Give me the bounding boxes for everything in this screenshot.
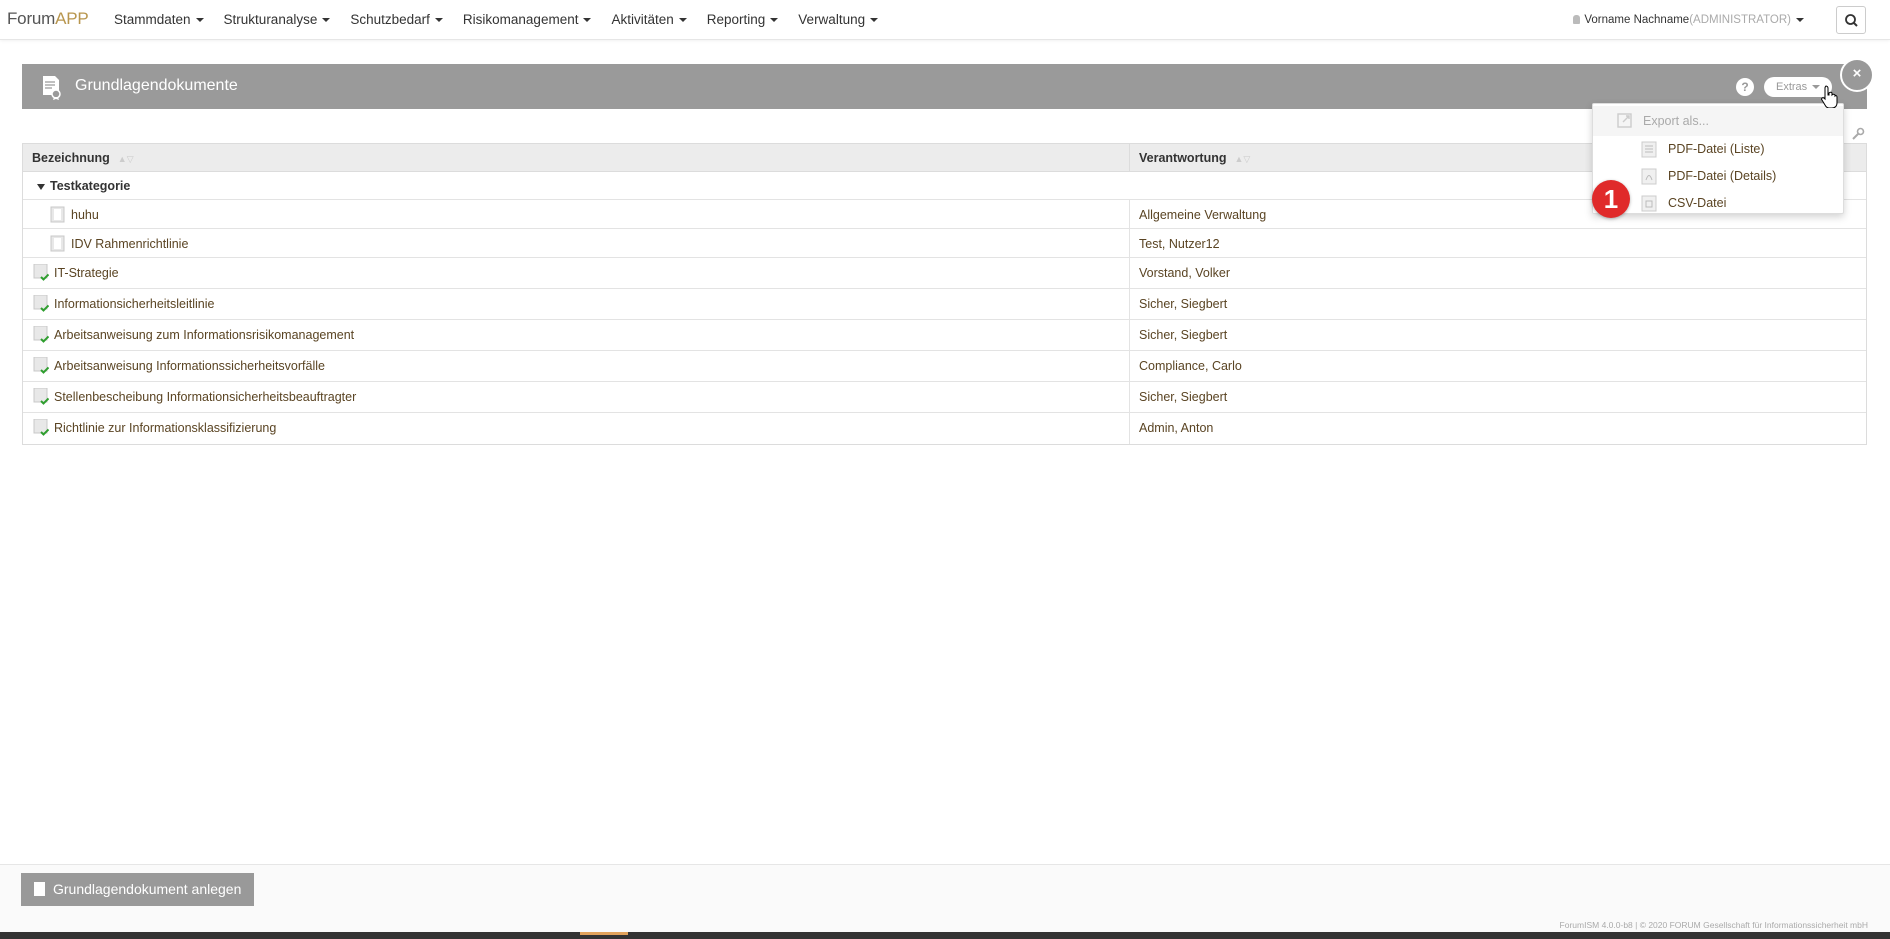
group-label: Testkategorie [50,179,131,193]
page-title: Grundlagendokumente [75,77,238,94]
bottom-strip [0,932,1890,939]
wrench-icon[interactable] [1851,127,1865,141]
menu-risikomanagement[interactable]: Risikomanagement [453,0,602,40]
footer-bar: Grundlagendokument anlegen ForumISM 4.0.… [0,864,1890,932]
chevron-down-icon [678,18,687,23]
table-row[interactable]: Arbeitsanweisung Informationssicherheits… [23,351,1866,382]
chevron-down-icon [870,18,879,23]
create-document-button[interactable]: Grundlagendokument anlegen [21,873,255,906]
document-owner: Sicher, Siegbert [1139,297,1228,311]
copyright-text: ForumISM 4.0.0-b8 | © 2020 FORUM Gesells… [1559,920,1868,930]
main-menu: Stammdaten Strukturanalyse Schutzbedarf … [104,0,888,40]
table-row[interactable]: Stellenbescheibung Informationsicherheit… [23,382,1866,413]
chevron-down-icon [1812,85,1821,90]
document-name[interactable]: Stellenbescheibung Informationsicherheit… [54,390,356,404]
chevron-down-icon [583,18,592,23]
document-owner: Sicher, Siegbert [1139,390,1228,404]
column-header-bezeichnung[interactable]: Bezeichnung ▲▽ [23,144,1130,171]
user-menu[interactable]: Vorname Nachname(ADMINISTRATOR) [1573,0,1804,40]
document-name[interactable]: Arbeitsanweisung Informationssicherheits… [54,359,325,373]
csv-document-icon [1641,195,1657,212]
collapse-triangle-icon[interactable] [37,183,45,190]
top-navbar: ForumAPP Stammdaten Strukturanalyse Schu… [0,0,1890,40]
help-button[interactable]: ? [1736,78,1754,96]
export-pdf-details[interactable]: PDF-Datei (Details) [1593,163,1843,190]
export-as-header: Export als... [1593,106,1843,136]
group-row[interactable]: Testkategorie [23,172,1866,200]
document-approved-icon [33,295,49,313]
sort-icon[interactable]: ▲▽ [118,154,134,164]
new-document-icon [34,882,45,896]
menu-reporting[interactable]: Reporting [697,0,789,40]
search-button[interactable] [1836,6,1866,34]
document-approved-icon [33,388,49,406]
table-row[interactable]: IDV Rahmenrichtlinie Test, Nutzer12 [23,229,1866,258]
documents-table: Bezeichnung ▲▽ Verantwortung ▲▽ Testkatego… [22,143,1867,445]
table-row[interactable]: IT-Strategie Vorstand, Volker [23,258,1866,289]
user-role: (ADMINISTRATOR) [1689,14,1791,26]
document-certificate-icon [43,76,61,100]
menu-stammdaten[interactable]: Stammdaten [104,0,214,40]
document-owner: Allgemeine Verwaltung [1139,208,1267,222]
document-owner: Test, Nutzer12 [1139,237,1220,251]
list-document-icon [1641,141,1657,158]
hand-cursor-icon [1821,85,1838,108]
document-owner: Vorstand, Volker [1139,266,1231,280]
document-owner: Compliance, Carlo [1139,359,1242,373]
panel-header: Grundlagendokumente ? Extras [22,64,1867,109]
step-callout-badge: 1 [1592,180,1630,218]
document-owner: Admin, Anton [1139,421,1214,435]
menu-strukturanalyse[interactable]: Strukturanalyse [214,0,341,40]
document-name[interactable]: IT-Strategie [54,266,119,280]
sort-icon[interactable]: ▲▽ [1235,154,1251,164]
document-approved-icon [33,419,49,437]
document-name[interactable]: huhu [71,208,99,222]
table-header: Bezeichnung ▲▽ Verantwortung ▲▽ [23,144,1866,172]
export-csv[interactable]: CSV-Datei [1593,190,1843,217]
document-icon [50,235,65,252]
search-icon [1845,14,1858,27]
chevron-down-icon [770,18,779,23]
chevron-down-icon [1796,17,1804,22]
close-button[interactable]: × [1840,58,1874,92]
table-row[interactable]: Arbeitsanweisung zum Informationsrisikom… [23,320,1866,351]
menu-aktivitaeten[interactable]: Aktivitäten [601,0,696,40]
document-name[interactable]: Richtlinie zur Informationsklassifizieru… [54,421,276,435]
chevron-down-icon [322,18,331,23]
document-icon [50,206,65,223]
pdf-document-icon [1641,168,1657,185]
document-name[interactable]: Arbeitsanweisung zum Informationsrisikom… [54,328,354,342]
brand-logo[interactable]: ForumAPP [7,9,89,29]
export-icon [1617,113,1632,128]
document-owner: Sicher, Siegbert [1139,328,1228,342]
chevron-down-icon [195,18,204,23]
document-approved-icon [33,357,49,375]
user-icon [1573,15,1581,25]
export-pdf-list[interactable]: PDF-Datei (Liste) [1593,136,1843,163]
document-approved-icon [33,264,49,282]
table-row[interactable]: Richtlinie zur Informationsklassifizieru… [23,413,1866,444]
table-row[interactable]: Informationsicherheitsleitlinie Sicher, … [23,289,1866,320]
menu-schutzbedarf[interactable]: Schutzbedarf [340,0,453,40]
menu-verwaltung[interactable]: Verwaltung [788,0,888,40]
chevron-down-icon [434,18,443,23]
document-approved-icon [33,326,49,344]
accent-bar [580,932,628,935]
document-name[interactable]: Informationsicherheitsleitlinie [54,297,215,311]
table-row[interactable]: huhu Allgemeine Verwaltung [23,200,1866,229]
document-name[interactable]: IDV Rahmenrichtlinie [71,237,188,251]
user-name: Vorname Nachname [1584,14,1690,26]
